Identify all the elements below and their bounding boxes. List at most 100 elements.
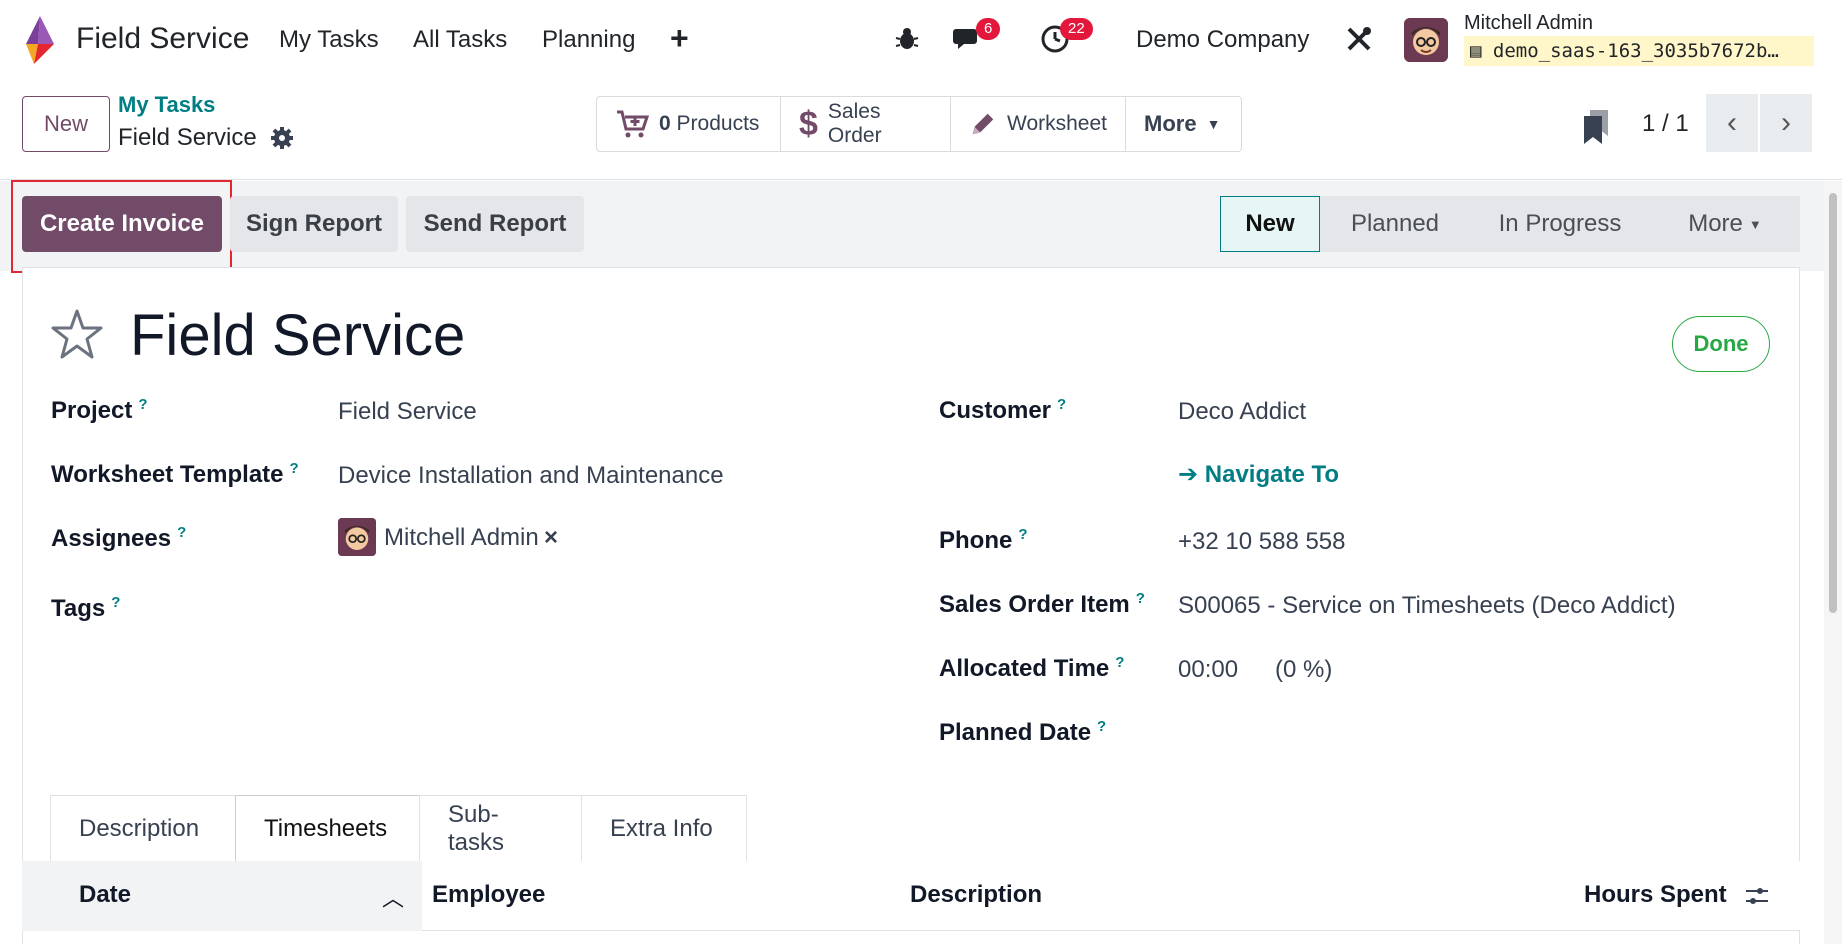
send-report-button[interactable]: Send Report — [406, 196, 584, 252]
assignee-name[interactable]: Mitchell Admin — [384, 524, 539, 552]
tab-extra-info[interactable]: Extra Info — [581, 795, 747, 861]
phone-label: Phone? — [939, 526, 1028, 555]
activities-badge: 22 — [1060, 18, 1093, 40]
phone-label-text: Phone — [939, 527, 1013, 554]
stage-planned[interactable]: Planned — [1320, 196, 1470, 252]
user-avatar[interactable] — [1404, 18, 1448, 62]
messages-badge: 6 — [976, 18, 1001, 40]
header-date[interactable]: Date — [79, 881, 131, 909]
customer-label-text: Customer — [939, 397, 1052, 424]
field-service-logo-icon[interactable] — [20, 16, 58, 64]
worksheet-template-value[interactable]: Device Installation and Maintenance — [338, 462, 724, 490]
pencil-icon — [972, 113, 994, 135]
remove-assignee-icon[interactable]: × — [544, 524, 558, 552]
highlight-box — [11, 180, 232, 273]
priority-star-icon[interactable] — [50, 308, 104, 360]
pager-previous-button[interactable]: ‹ — [1706, 94, 1758, 152]
customer-value[interactable]: Deco Addict — [1178, 398, 1306, 426]
tags-label: Tags? — [51, 594, 120, 623]
assignees-label: Assignees? — [51, 524, 186, 553]
chevron-right-icon: › — [1781, 106, 1791, 139]
page-scrollbar[interactable] — [1824, 181, 1842, 944]
project-label-text: Project — [51, 397, 133, 424]
app-name[interactable]: Field Service — [76, 22, 249, 56]
database-label: demo_saas-163_3035b7672b… — [1492, 40, 1779, 62]
pager-next-button[interactable]: › — [1760, 94, 1812, 152]
help-icon[interactable]: ? — [1097, 718, 1106, 735]
project-label: Project? — [51, 396, 148, 425]
breadcrumb-parent[interactable]: My Tasks — [118, 92, 215, 118]
phone-value[interactable]: +32 10 588 558 — [1178, 528, 1346, 556]
stage-more[interactable]: More ▼ — [1650, 196, 1800, 252]
control-panel: New My Tasks Field Service 0 Products $ … — [0, 80, 1842, 180]
menu-all-tasks[interactable]: All Tasks — [413, 26, 507, 54]
header-hours-spent[interactable]: Hours Spent — [1584, 881, 1727, 909]
tab-timesheets[interactable]: Timesheets — [235, 795, 420, 861]
assignees-label-text: Assignees — [51, 525, 172, 552]
allocated-time-value[interactable]: 00:00 — [1178, 656, 1238, 684]
optional-columns-icon[interactable] — [1744, 883, 1770, 909]
menu-my-tasks[interactable]: My Tasks — [279, 26, 379, 54]
sign-report-button[interactable]: Sign Report — [230, 196, 398, 252]
smart-buttons: 0 Products $ Sales Order Worksheet More … — [596, 96, 1242, 152]
allocated-time-label: Allocated Time? — [939, 654, 1124, 683]
database-name: ▤ demo_saas-163_3035b7672b… — [1464, 36, 1814, 66]
sales-order-item-value[interactable]: S00065 - Service on Timesheets (Deco Add… — [1178, 592, 1676, 620]
customer-label: Customer? — [939, 396, 1066, 425]
user-name[interactable]: Mitchell Admin — [1464, 12, 1593, 35]
header-employee[interactable]: Employee — [432, 881, 545, 909]
navigate-to-link[interactable]: ➔ Navigate To — [1178, 460, 1339, 489]
help-icon[interactable]: ? — [1115, 654, 1124, 671]
products-label: Products — [676, 112, 760, 135]
quick-create-plus-icon[interactable]: + — [670, 20, 689, 57]
worksheet-template-label-text: Worksheet Template — [51, 461, 284, 488]
help-icon[interactable]: ? — [138, 396, 147, 413]
pager-value[interactable]: 1 / 1 — [1642, 110, 1689, 138]
notebook-tabs: Description Timesheets Sub-tasks Extra I… — [50, 795, 747, 861]
timesheets-table-header: Date ︿ Employee Description Hours Spent — [22, 861, 1800, 931]
tab-description[interactable]: Description — [50, 795, 236, 861]
navigate-to-label: Navigate To — [1204, 461, 1340, 488]
scrollbar-thumb[interactable] — [1829, 193, 1837, 613]
allocated-time-percent: (0 %) — [1275, 656, 1333, 683]
allocated-time-label-text: Allocated Time — [939, 655, 1110, 682]
planned-date-label: Planned Date? — [939, 718, 1106, 747]
gear-icon[interactable] — [270, 126, 294, 150]
help-icon[interactable]: ? — [1057, 396, 1066, 413]
stage-in-progress[interactable]: In Progress — [1470, 196, 1650, 252]
sales-order-item-label-text: Sales Order Item — [939, 591, 1130, 618]
stage-new[interactable]: New — [1220, 196, 1320, 252]
products-button[interactable]: 0 Products — [597, 97, 781, 151]
help-icon[interactable]: ? — [177, 524, 186, 541]
stage-more-label: More — [1688, 210, 1743, 237]
help-icon[interactable]: ? — [1018, 526, 1027, 543]
stage-pipeline: New Planned In Progress More ▼ — [1220, 196, 1800, 252]
more-smart-button[interactable]: More ▼ — [1126, 97, 1241, 151]
tools-wrench-icon[interactable] — [1342, 22, 1376, 56]
sort-asc-icon[interactable]: ︿ — [382, 881, 404, 913]
header-description[interactable]: Description — [910, 881, 1042, 909]
chevron-left-icon: ‹ — [1727, 106, 1737, 139]
help-icon[interactable]: ? — [111, 594, 120, 611]
tags-label-text: Tags — [51, 595, 106, 622]
done-button[interactable]: Done — [1672, 316, 1770, 372]
menu-planning[interactable]: Planning — [542, 26, 635, 54]
worksheet-button[interactable]: Worksheet — [951, 97, 1126, 151]
database-icon: ▤ — [1470, 40, 1493, 62]
debug-bug-icon[interactable] — [890, 22, 924, 56]
company-switcher[interactable]: Demo Company — [1136, 26, 1309, 54]
help-icon[interactable]: ? — [1136, 590, 1145, 607]
worksheet-template-label: Worksheet Template? — [51, 460, 299, 489]
caret-down-icon: ▼ — [1206, 116, 1221, 132]
breadcrumb-current: Field Service — [118, 124, 257, 151]
dollar-icon: $ — [799, 104, 818, 143]
tab-sub-tasks[interactable]: Sub-tasks — [419, 795, 582, 861]
new-button[interactable]: New — [22, 96, 110, 152]
project-value[interactable]: Field Service — [338, 398, 477, 426]
top-navbar: Field Service My Tasks All Tasks Plannin… — [0, 0, 1842, 80]
task-title[interactable]: Field Service — [130, 302, 465, 369]
help-icon[interactable]: ? — [290, 460, 299, 477]
sales-order-button[interactable]: $ Sales Order — [781, 97, 951, 151]
bookmarks-icon[interactable] — [1582, 110, 1612, 144]
assignee-avatar — [338, 518, 376, 556]
